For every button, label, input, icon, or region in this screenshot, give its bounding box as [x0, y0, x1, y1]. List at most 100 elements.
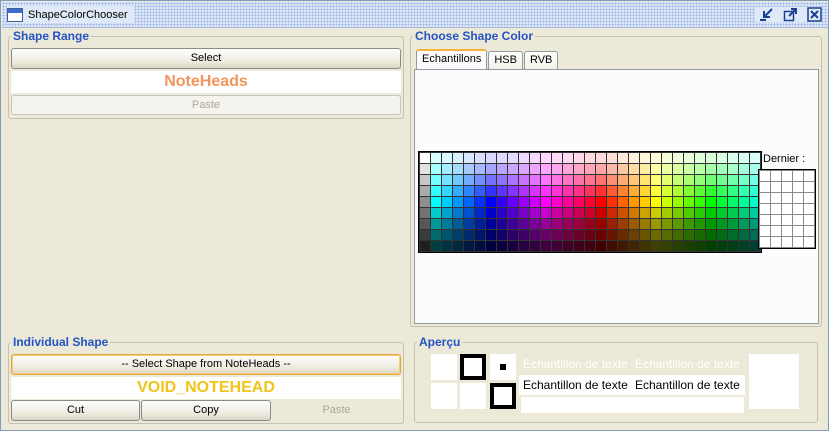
- color-swatch[interactable]: [673, 197, 683, 207]
- title-bar[interactable]: ShapeColorChooser: [2, 2, 828, 28]
- color-swatch[interactable]: [629, 164, 639, 174]
- tab-rvb[interactable]: RVB: [523, 51, 559, 69]
- recent-color-swatch[interactable]: [782, 171, 792, 181]
- color-swatch[interactable]: [629, 186, 639, 196]
- recent-color-swatch[interactable]: [760, 171, 770, 181]
- color-swatch[interactable]: [585, 208, 595, 218]
- color-swatch[interactable]: [706, 230, 716, 240]
- recent-color-swatch[interactable]: [782, 226, 792, 236]
- color-swatch[interactable]: [596, 219, 606, 229]
- color-swatch[interactable]: [475, 208, 485, 218]
- recent-color-swatch[interactable]: [804, 204, 814, 214]
- color-swatch[interactable]: [728, 230, 738, 240]
- color-swatch[interactable]: [420, 219, 430, 229]
- color-swatch[interactable]: [585, 164, 595, 174]
- color-swatch[interactable]: [640, 186, 650, 196]
- color-swatch[interactable]: [486, 197, 496, 207]
- recent-color-swatch[interactable]: [793, 171, 803, 181]
- color-swatch[interactable]: [607, 175, 617, 185]
- color-swatch[interactable]: [585, 197, 595, 207]
- color-swatch[interactable]: [552, 164, 562, 174]
- recent-color-swatch[interactable]: [760, 215, 770, 225]
- color-swatch[interactable]: [739, 186, 749, 196]
- color-swatch[interactable]: [431, 197, 441, 207]
- color-swatch[interactable]: [530, 230, 540, 240]
- color-swatch[interactable]: [442, 230, 452, 240]
- recent-color-swatch[interactable]: [771, 215, 781, 225]
- recent-color-swatch[interactable]: [793, 204, 803, 214]
- color-swatch[interactable]: [640, 175, 650, 185]
- color-swatch[interactable]: [651, 230, 661, 240]
- color-swatch[interactable]: [673, 164, 683, 174]
- color-swatch[interactable]: [662, 175, 672, 185]
- color-swatch[interactable]: [574, 241, 584, 251]
- color-swatch[interactable]: [629, 175, 639, 185]
- color-swatch[interactable]: [453, 241, 463, 251]
- color-swatch[interactable]: [420, 186, 430, 196]
- tab-echantillons[interactable]: Echantillons: [416, 49, 488, 69]
- color-swatch[interactable]: [530, 164, 540, 174]
- color-swatch[interactable]: [728, 208, 738, 218]
- color-swatch[interactable]: [464, 197, 474, 207]
- color-swatch[interactable]: [706, 153, 716, 163]
- color-swatch[interactable]: [684, 219, 694, 229]
- color-swatch[interactable]: [508, 219, 518, 229]
- recent-color-swatch[interactable]: [793, 237, 803, 247]
- color-swatch[interactable]: [530, 197, 540, 207]
- color-swatch[interactable]: [420, 164, 430, 174]
- color-swatch[interactable]: [717, 241, 727, 251]
- color-swatch[interactable]: [431, 219, 441, 229]
- color-swatch[interactable]: [497, 164, 507, 174]
- color-swatch[interactable]: [728, 164, 738, 174]
- color-swatch[interactable]: [541, 153, 551, 163]
- maximize-icon[interactable]: [783, 7, 798, 22]
- color-swatch[interactable]: [486, 175, 496, 185]
- color-swatch[interactable]: [717, 230, 727, 240]
- color-swatch[interactable]: [640, 153, 650, 163]
- color-swatch[interactable]: [607, 230, 617, 240]
- color-swatch[interactable]: [552, 197, 562, 207]
- color-swatch[interactable]: [574, 230, 584, 240]
- color-swatch[interactable]: [717, 208, 727, 218]
- color-swatch[interactable]: [728, 197, 738, 207]
- color-swatch[interactable]: [475, 230, 485, 240]
- color-swatch[interactable]: [442, 208, 452, 218]
- color-swatch[interactable]: [662, 208, 672, 218]
- color-swatch[interactable]: [585, 175, 595, 185]
- color-swatch[interactable]: [640, 219, 650, 229]
- color-swatch[interactable]: [662, 230, 672, 240]
- color-swatch[interactable]: [684, 175, 694, 185]
- color-swatch[interactable]: [497, 186, 507, 196]
- color-swatch[interactable]: [706, 208, 716, 218]
- color-swatch[interactable]: [739, 197, 749, 207]
- range-paste-button[interactable]: Paste: [11, 95, 401, 115]
- recent-color-swatch[interactable]: [793, 215, 803, 225]
- color-swatch[interactable]: [563, 208, 573, 218]
- color-swatch[interactable]: [530, 153, 540, 163]
- recent-color-swatch[interactable]: [771, 171, 781, 181]
- color-swatch[interactable]: [695, 208, 705, 218]
- color-swatch[interactable]: [717, 219, 727, 229]
- color-swatch[interactable]: [596, 175, 606, 185]
- color-swatch[interactable]: [618, 241, 628, 251]
- color-swatch[interactable]: [739, 230, 749, 240]
- shape-paste-button[interactable]: Paste: [272, 400, 401, 421]
- color-swatch[interactable]: [596, 230, 606, 240]
- color-swatch[interactable]: [684, 153, 694, 163]
- color-swatch[interactable]: [519, 230, 529, 240]
- color-swatch[interactable]: [519, 164, 529, 174]
- color-swatch[interactable]: [651, 153, 661, 163]
- color-swatch[interactable]: [431, 175, 441, 185]
- color-swatch[interactable]: [607, 208, 617, 218]
- color-swatch[interactable]: [728, 186, 738, 196]
- color-swatch[interactable]: [651, 219, 661, 229]
- color-swatch[interactable]: [618, 230, 628, 240]
- color-swatch[interactable]: [552, 186, 562, 196]
- color-swatch[interactable]: [607, 164, 617, 174]
- color-swatch[interactable]: [673, 241, 683, 251]
- recent-color-swatch[interactable]: [760, 182, 770, 192]
- color-swatch[interactable]: [464, 230, 474, 240]
- recent-color-swatch[interactable]: [782, 193, 792, 203]
- color-swatch[interactable]: [519, 208, 529, 218]
- color-swatch[interactable]: [420, 241, 430, 251]
